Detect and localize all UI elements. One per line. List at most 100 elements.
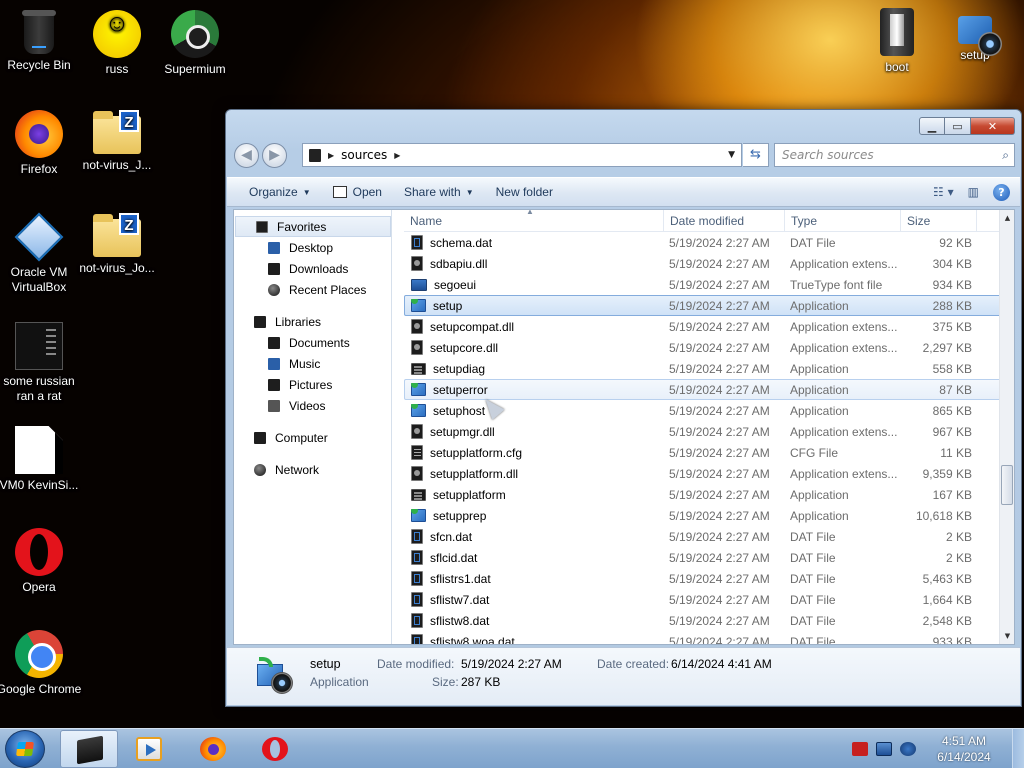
file-size: 2,297 KB (922, 340, 972, 355)
search-icon[interactable]: ⌕ (1002, 144, 1009, 166)
file-row[interactable]: segoeui 5/19/2024 2:27 AM TrueType font fi… (404, 274, 1002, 295)
action-center-warning-icon[interactable] (852, 742, 868, 756)
desktop-icon-not-virus-2[interactable]: Z not-virus_Jo... (74, 213, 160, 276)
nav-downloads[interactable]: Downloads (234, 258, 391, 279)
show-desktop-button[interactable] (1012, 729, 1024, 768)
new-folder-label: New folder (495, 185, 553, 199)
file-row[interactable]: sflcid.dat 5/19/2024 2:27 AM DAT File 2 KB (404, 547, 1002, 568)
file-row[interactable]: sdbapiu.dll 5/19/2024 2:27 AM Application … (404, 253, 1002, 274)
change-view-icon[interactable]: ☷ ▾ (933, 185, 954, 199)
file-row[interactable]: sflistw7.dat 5/19/2024 2:27 AM DAT File 1,6… (404, 589, 1002, 610)
file-row[interactable]: setupplatform.cfg 5/19/2024 2:27 AM CFG Fi… (404, 442, 1002, 463)
desktop-icon-setup[interactable]: setup (932, 8, 1018, 63)
nav-favorites[interactable]: Favorites (235, 216, 391, 237)
nav-desktop[interactable]: Desktop (234, 237, 391, 258)
file-row[interactable]: setupplatform 5/19/2024 2:27 AM Applicatio… (404, 484, 1002, 505)
file-size: 10,618 KB (915, 508, 972, 523)
file-row[interactable]: setupplatform.dll 5/19/2024 2:27 AM Applic… (404, 463, 1002, 484)
preview-pane-icon[interactable]: ▥ (968, 185, 979, 199)
file-row[interactable]: sfcn.dat 5/19/2024 2:27 AM DAT File 2 KB (404, 526, 1002, 547)
scrollbar-thumb[interactable] (1001, 465, 1013, 505)
dll-file-icon (411, 256, 423, 271)
file-size: 558 KB (932, 361, 972, 376)
application-icon (411, 298, 426, 312)
file-row[interactable]: setupcompat.dll 5/19/2024 2:27 AM Applicat… (404, 316, 1002, 337)
desktop-icon-not-virus-1[interactable]: Z not-virus_J... (74, 110, 160, 173)
file-row[interactable]: setupmgr.dll 5/19/2024 2:27 AM Application… (404, 421, 1002, 442)
file-row[interactable]: setup 5/19/2024 2:27 AM Application 288 KB (404, 295, 1002, 316)
nav-computer[interactable]: Computer (234, 427, 391, 448)
desktop-icon-opera[interactable]: Opera (0, 528, 82, 595)
firefox-icon (200, 737, 226, 761)
network-status-icon[interactable] (876, 742, 892, 756)
close-button[interactable]: ✕ (971, 117, 1015, 135)
file-name: sfcn.dat (430, 529, 473, 544)
desktop-icon-firefox[interactable]: Firefox (0, 110, 82, 177)
start-button[interactable] (5, 730, 45, 768)
open-button[interactable]: Open (332, 185, 382, 199)
share-with-button[interactable]: Share with ▼ (404, 185, 474, 199)
taskbar-media-player-button[interactable] (120, 730, 178, 768)
file-name-cell: setuperror (405, 382, 663, 397)
scroll-up-icon[interactable]: ▲ (1000, 210, 1015, 226)
nav-pictures[interactable]: Pictures (234, 374, 391, 395)
back-button[interactable]: ◀ (234, 143, 259, 168)
virtualbox-icon (14, 212, 64, 262)
opera-icon (15, 528, 63, 576)
file-name: sflcid.dat (430, 550, 478, 565)
desktop-icon-supermium[interactable]: Supermium (152, 10, 238, 77)
minimize-button[interactable]: ▁ (919, 117, 945, 135)
file-size: 87 KB (939, 382, 972, 397)
nav-music[interactable]: Music (234, 353, 391, 374)
desktop-icon-russ[interactable]: ☺ russ (74, 10, 160, 77)
nav-recent-places[interactable]: Recent Places (234, 279, 391, 300)
taskbar-opera-button[interactable] (246, 730, 304, 768)
column-header-date-modified[interactable]: Date modified (664, 210, 785, 232)
volume-icon[interactable] (900, 742, 916, 756)
column-header-size[interactable]: Size (901, 210, 977, 232)
taskbar-explorer-button[interactable] (60, 730, 118, 768)
column-header-name[interactable]: Name (404, 210, 664, 232)
address-dropdown-icon[interactable]: ▼ (728, 150, 735, 160)
maximize-button[interactable]: ▭ (945, 117, 971, 135)
file-row[interactable]: setupprep 5/19/2024 2:27 AM Application 10,… (404, 505, 1002, 526)
column-header-type[interactable]: Type (785, 210, 901, 232)
desktop-icon-vm0[interactable]: VM0 KevinSi... (0, 426, 82, 493)
organize-button[interactable]: Organize ▼ (249, 185, 311, 199)
search-input[interactable]: Search sources ⌕ (774, 143, 1015, 167)
desktop-icon-virtualbox[interactable]: Oracle VM VirtualBox (0, 212, 82, 295)
clock[interactable]: 4:51 AM 6/14/2024 (924, 733, 1004, 765)
file-row[interactable]: sflistrs1.dat 5/19/2024 2:27 AM DAT File 5,… (404, 568, 1002, 589)
help-icon[interactable]: ? (993, 183, 1010, 201)
desktop-icon-some-russian[interactable]: some russian ran a rat (0, 322, 82, 404)
file-row[interactable]: setupcore.dll 5/19/2024 2:27 AM Applicatio… (404, 337, 1002, 358)
nav-libraries[interactable]: Libraries (234, 311, 391, 332)
nav-videos[interactable]: Videos (234, 395, 391, 416)
details-date-created-label: Date created: (597, 657, 670, 671)
address-bar[interactable]: ▶ sources ▶ ▼ (302, 143, 742, 167)
new-folder-button[interactable]: New folder (496, 185, 553, 199)
nav-label: Videos (289, 398, 326, 413)
file-name: sflistw8.dat (430, 613, 490, 628)
desktop-icon-recycle-bin[interactable]: Recycle Bin (0, 10, 82, 73)
forward-button[interactable]: ▶ (262, 143, 287, 168)
breadcrumb-separator-icon[interactable]: ▶ (394, 151, 400, 160)
scroll-down-icon[interactable]: ▼ (1000, 628, 1015, 644)
refresh-button[interactable]: ⇆ (743, 143, 769, 167)
details-size-value: 287 KB (461, 675, 501, 689)
maximize-icon: ▭ (952, 119, 963, 133)
computer-icon (254, 431, 266, 444)
view-controls: ☷ ▾ ▥ ? (933, 183, 1010, 201)
taskbar-firefox-button[interactable] (184, 730, 242, 768)
nav-documents[interactable]: Documents (234, 332, 391, 353)
file-row[interactable]: schema.dat 5/19/2024 2:27 AM DAT File 92 KB (404, 232, 1002, 253)
file-row[interactable]: sflistw8.woa.dat 5/19/2024 2:27 AM DAT Fil… (404, 631, 1002, 644)
file-name-cell: setupplatform.dll (405, 466, 663, 481)
nav-network[interactable]: Network (234, 459, 391, 480)
desktop-icon-chrome[interactable]: Google Chrome (0, 630, 82, 697)
breadcrumb-sources[interactable]: sources (341, 148, 387, 162)
desktop-icon-boot[interactable]: boot (854, 8, 940, 75)
file-row[interactable]: sflistw8.dat 5/19/2024 2:27 AM DAT File 2,5… (404, 610, 1002, 631)
file-row[interactable]: setupdiag 5/19/2024 2:27 AM Application 558… (404, 358, 1002, 379)
vertical-scrollbar[interactable]: ▲ ▼ (999, 210, 1014, 644)
